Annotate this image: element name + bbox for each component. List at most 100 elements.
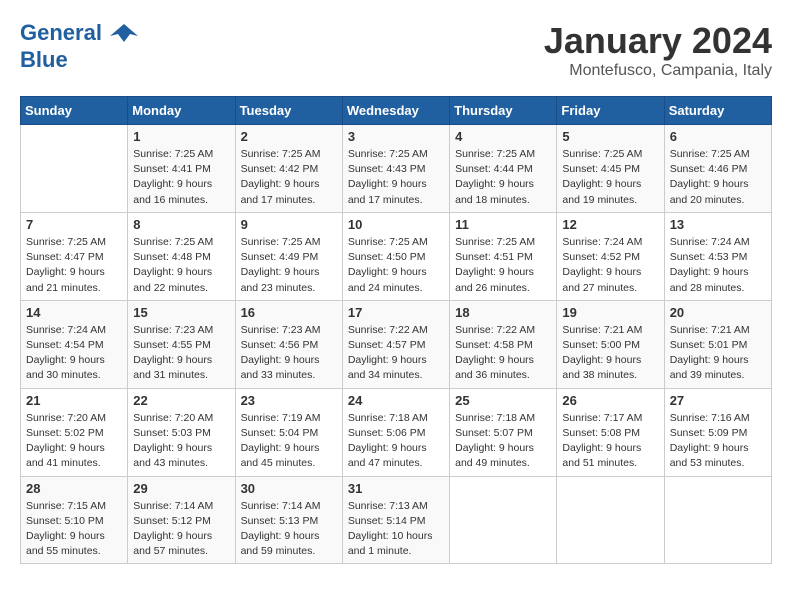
- day-info: Sunrise: 7:25 AM Sunset: 4:50 PM Dayligh…: [348, 235, 444, 296]
- day-info: Sunrise: 7:21 AM Sunset: 5:01 PM Dayligh…: [670, 323, 766, 384]
- calendar-cell: 28 Sunrise: 7:15 AM Sunset: 5:10 PM Dayli…: [21, 476, 128, 564]
- day-number: 28: [26, 481, 122, 496]
- calendar-cell: 22 Sunrise: 7:20 AM Sunset: 5:03 PM Dayli…: [128, 388, 235, 476]
- day-number: 8: [133, 217, 229, 232]
- calendar-week-row: 1Sunrise: 7:25 AM Sunset: 4:41 PM Daylig…: [21, 125, 772, 213]
- calendar-cell: [21, 125, 128, 213]
- calendar-cell: [450, 476, 557, 564]
- day-number: 27: [670, 393, 766, 408]
- day-info: Sunrise: 7:24 AM Sunset: 4:54 PM Dayligh…: [26, 323, 122, 384]
- day-number: 10: [348, 217, 444, 232]
- calendar-cell: 24 Sunrise: 7:18 AM Sunset: 5:06 PM Dayli…: [342, 388, 449, 476]
- calendar-cell: 15 Sunrise: 7:23 AM Sunset: 4:55 PM Dayli…: [128, 300, 235, 388]
- day-info: Sunrise: 7:15 AM Sunset: 5:10 PM Dayligh…: [26, 499, 122, 560]
- calendar-cell: 10 Sunrise: 7:25 AM Sunset: 4:50 PM Dayli…: [342, 212, 449, 300]
- day-info: Sunrise: 7:25 AM Sunset: 4:43 PM Dayligh…: [348, 147, 444, 208]
- day-info: Sunrise: 7:24 AM Sunset: 4:53 PM Dayligh…: [670, 235, 766, 296]
- day-number: 31: [348, 481, 444, 496]
- calendar-header-row: SundayMondayTuesdayWednesdayThursdayFrid…: [21, 97, 772, 125]
- day-number: 29: [133, 481, 229, 496]
- day-info: Sunrise: 7:23 AM Sunset: 4:56 PM Dayligh…: [241, 323, 337, 384]
- calendar-cell: 13 Sunrise: 7:24 AM Sunset: 4:53 PM Dayli…: [664, 212, 771, 300]
- calendar-cell: 30Sunrise: 7:14 AM Sunset: 5:13 PM Dayli…: [235, 476, 342, 564]
- weekday-header: Friday: [557, 97, 664, 125]
- day-number: 17: [348, 305, 444, 320]
- day-info: Sunrise: 7:14 AM Sunset: 5:12 PM Dayligh…: [133, 499, 229, 560]
- logo-blue: Blue: [20, 48, 138, 72]
- calendar-week-row: 7Sunrise: 7:25 AM Sunset: 4:47 PM Daylig…: [21, 212, 772, 300]
- title-block: January 2024 Montefusco, Campania, Italy: [544, 20, 772, 80]
- weekday-header: Monday: [128, 97, 235, 125]
- calendar-cell: 11 Sunrise: 7:25 AM Sunset: 4:51 PM Dayli…: [450, 212, 557, 300]
- day-number: 14: [26, 305, 122, 320]
- calendar-cell: 16Sunrise: 7:23 AM Sunset: 4:56 PM Dayli…: [235, 300, 342, 388]
- weekday-header: Sunday: [21, 97, 128, 125]
- day-info: Sunrise: 7:22 AM Sunset: 4:58 PM Dayligh…: [455, 323, 551, 384]
- month-title: January 2024: [544, 20, 772, 62]
- day-number: 15: [133, 305, 229, 320]
- calendar-cell: 4Sunrise: 7:25 AM Sunset: 4:44 PM Daylig…: [450, 125, 557, 213]
- location-subtitle: Montefusco, Campania, Italy: [544, 62, 772, 80]
- day-number: 24: [348, 393, 444, 408]
- day-info: Sunrise: 7:25 AM Sunset: 4:46 PM Dayligh…: [670, 147, 766, 208]
- day-number: 20: [670, 305, 766, 320]
- weekday-header: Tuesday: [235, 97, 342, 125]
- calendar-body: 1Sunrise: 7:25 AM Sunset: 4:41 PM Daylig…: [21, 125, 772, 564]
- day-info: Sunrise: 7:17 AM Sunset: 5:08 PM Dayligh…: [562, 411, 658, 472]
- logo: General Blue: [20, 20, 138, 72]
- day-number: 2: [241, 129, 337, 144]
- day-info: Sunrise: 7:18 AM Sunset: 5:07 PM Dayligh…: [455, 411, 551, 472]
- day-number: 12: [562, 217, 658, 232]
- weekday-header: Saturday: [664, 97, 771, 125]
- day-number: 5: [562, 129, 658, 144]
- day-info: Sunrise: 7:14 AM Sunset: 5:13 PM Dayligh…: [241, 499, 337, 560]
- day-number: 13: [670, 217, 766, 232]
- day-number: 21: [26, 393, 122, 408]
- calendar-cell: 2 Sunrise: 7:25 AM Sunset: 4:42 PM Daylig…: [235, 125, 342, 213]
- day-info: Sunrise: 7:25 AM Sunset: 4:51 PM Dayligh…: [455, 235, 551, 296]
- calendar-cell: 23 Sunrise: 7:19 AM Sunset: 5:04 PM Dayli…: [235, 388, 342, 476]
- calendar-cell: 14 Sunrise: 7:24 AM Sunset: 4:54 PM Dayli…: [21, 300, 128, 388]
- calendar-cell: [664, 476, 771, 564]
- day-info: Sunrise: 7:25 AM Sunset: 4:42 PM Dayligh…: [241, 147, 337, 208]
- day-info: Sunrise: 7:22 AM Sunset: 4:57 PM Dayligh…: [348, 323, 444, 384]
- day-info: Sunrise: 7:25 AM Sunset: 4:49 PM Dayligh…: [241, 235, 337, 296]
- day-info: Sunrise: 7:20 AM Sunset: 5:03 PM Dayligh…: [133, 411, 229, 472]
- day-info: Sunrise: 7:25 AM Sunset: 4:45 PM Dayligh…: [562, 147, 658, 208]
- page-header: General Blue January 2024 Montefusco, Ca…: [20, 20, 772, 80]
- calendar-cell: 18Sunrise: 7:22 AM Sunset: 4:58 PM Dayli…: [450, 300, 557, 388]
- calendar-cell: 7Sunrise: 7:25 AM Sunset: 4:47 PM Daylig…: [21, 212, 128, 300]
- calendar-cell: 12Sunrise: 7:24 AM Sunset: 4:52 PM Dayli…: [557, 212, 664, 300]
- weekday-header: Wednesday: [342, 97, 449, 125]
- day-info: Sunrise: 7:13 AM Sunset: 5:14 PM Dayligh…: [348, 499, 444, 560]
- day-number: 22: [133, 393, 229, 408]
- day-number: 3: [348, 129, 444, 144]
- day-number: 4: [455, 129, 551, 144]
- day-info: Sunrise: 7:16 AM Sunset: 5:09 PM Dayligh…: [670, 411, 766, 472]
- logo-bird-icon: [110, 20, 138, 48]
- day-number: 11: [455, 217, 551, 232]
- calendar-cell: 29 Sunrise: 7:14 AM Sunset: 5:12 PM Dayli…: [128, 476, 235, 564]
- day-number: 1: [133, 129, 229, 144]
- day-info: Sunrise: 7:18 AM Sunset: 5:06 PM Dayligh…: [348, 411, 444, 472]
- day-info: Sunrise: 7:25 AM Sunset: 4:47 PM Dayligh…: [26, 235, 122, 296]
- calendar-cell: 8 Sunrise: 7:25 AM Sunset: 4:48 PM Daylig…: [128, 212, 235, 300]
- calendar-cell: 3 Sunrise: 7:25 AM Sunset: 4:43 PM Daylig…: [342, 125, 449, 213]
- calendar-cell: 1Sunrise: 7:25 AM Sunset: 4:41 PM Daylig…: [128, 125, 235, 213]
- day-number: 19: [562, 305, 658, 320]
- calendar-cell: 26 Sunrise: 7:17 AM Sunset: 5:08 PM Dayli…: [557, 388, 664, 476]
- calendar-cell: 20 Sunrise: 7:21 AM Sunset: 5:01 PM Dayli…: [664, 300, 771, 388]
- day-info: Sunrise: 7:25 AM Sunset: 4:48 PM Dayligh…: [133, 235, 229, 296]
- calendar-cell: [557, 476, 664, 564]
- day-number: 26: [562, 393, 658, 408]
- calendar-cell: 17 Sunrise: 7:22 AM Sunset: 4:57 PM Dayli…: [342, 300, 449, 388]
- calendar-cell: 27 Sunrise: 7:16 AM Sunset: 5:09 PM Dayli…: [664, 388, 771, 476]
- day-info: Sunrise: 7:23 AM Sunset: 4:55 PM Dayligh…: [133, 323, 229, 384]
- calendar-week-row: 28 Sunrise: 7:15 AM Sunset: 5:10 PM Dayli…: [21, 476, 772, 564]
- day-number: 23: [241, 393, 337, 408]
- day-info: Sunrise: 7:19 AM Sunset: 5:04 PM Dayligh…: [241, 411, 337, 472]
- calendar-cell: 6Sunrise: 7:25 AM Sunset: 4:46 PM Daylig…: [664, 125, 771, 213]
- logo-general: General: [20, 20, 102, 45]
- day-info: Sunrise: 7:21 AM Sunset: 5:00 PM Dayligh…: [562, 323, 658, 384]
- calendar-cell: 5 Sunrise: 7:25 AM Sunset: 4:45 PM Daylig…: [557, 125, 664, 213]
